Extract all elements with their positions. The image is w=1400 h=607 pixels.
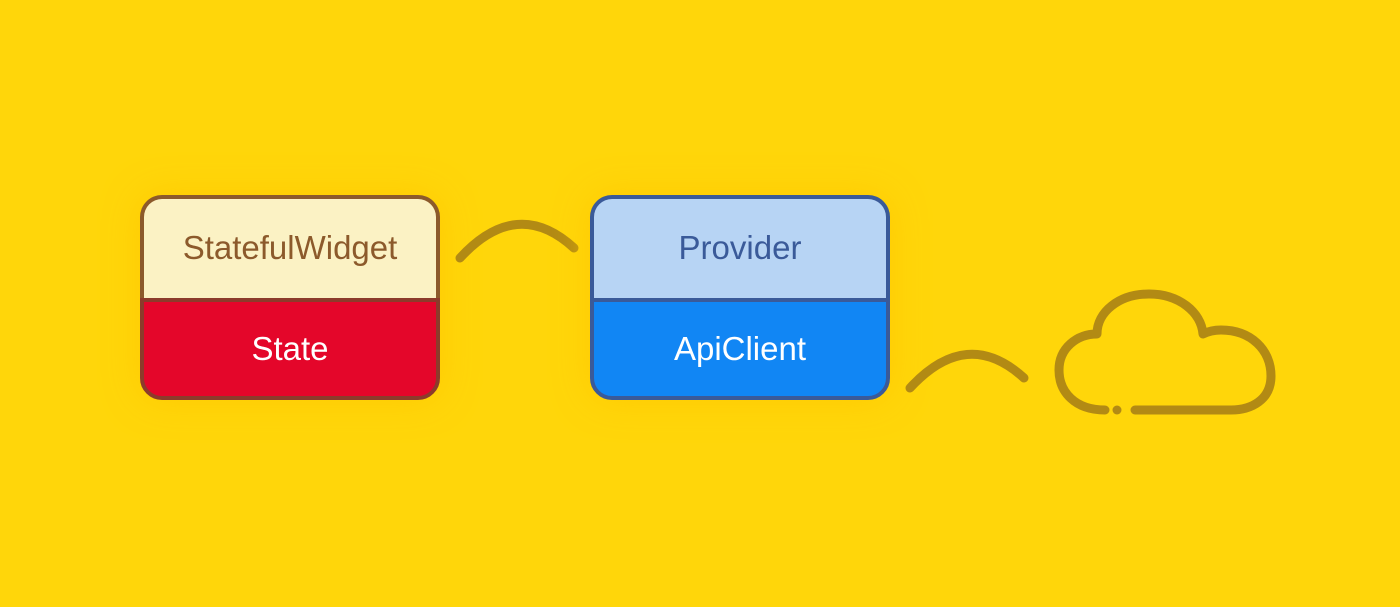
node-top-label: StatefulWidget [183,229,398,267]
node-bottom-label: ApiClient [674,330,806,368]
node-bottom-label: State [251,330,328,368]
node-stateful-widget: StatefulWidget State [140,195,440,400]
node-top-label: Provider [679,229,802,267]
node-top-cell: Provider [590,195,890,298]
node-bottom-cell: ApiClient [590,298,890,401]
node-provider: Provider ApiClient [590,195,890,400]
node-top-cell: StatefulWidget [140,195,440,298]
connector-arc-1 [452,208,582,268]
cloud-icon [1045,282,1285,442]
connector-arc-2 [902,338,1032,398]
node-bottom-cell: State [140,298,440,401]
